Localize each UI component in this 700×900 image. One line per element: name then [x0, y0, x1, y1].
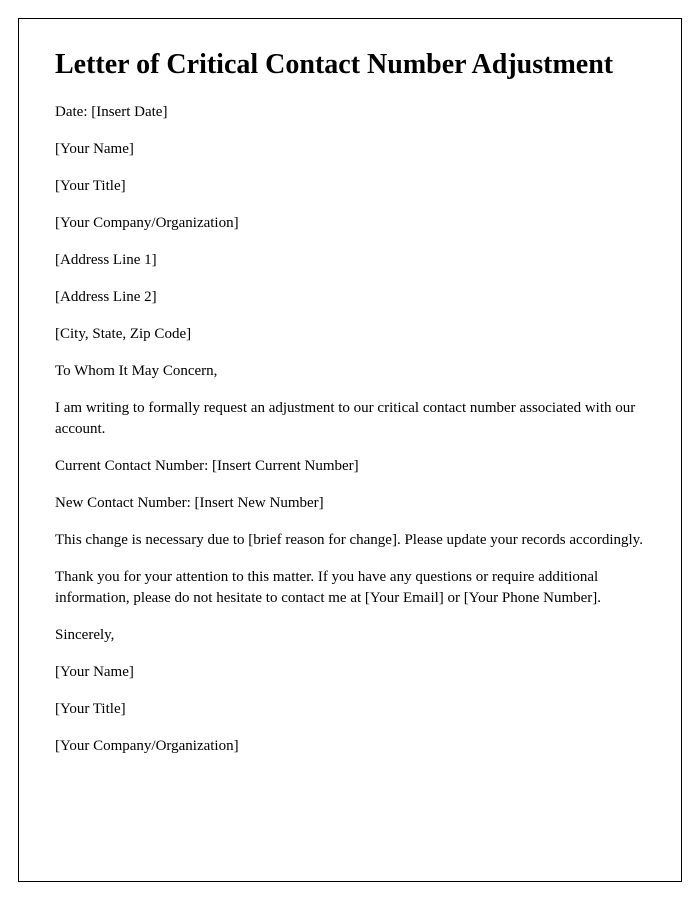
sender-title: [Your Title]: [55, 176, 645, 197]
sender-company: [Your Company/Organization]: [55, 213, 645, 234]
intro-paragraph: I am writing to formally request an adju…: [55, 398, 645, 440]
address-line-1: [Address Line 1]: [55, 250, 645, 271]
thanks-paragraph: Thank you for your attention to this mat…: [55, 567, 645, 609]
sender-name: [Your Name]: [55, 139, 645, 160]
city-state-zip: [City, State, Zip Code]: [55, 324, 645, 345]
current-contact-number: Current Contact Number: [Insert Current …: [55, 456, 645, 477]
reason-paragraph: This change is necessary due to [brief r…: [55, 530, 645, 551]
letter-page: Letter of Critical Contact Number Adjust…: [18, 18, 682, 882]
address-line-2: [Address Line 2]: [55, 287, 645, 308]
signature-title: [Your Title]: [55, 699, 645, 720]
salutation: To Whom It May Concern,: [55, 361, 645, 382]
signature-company: [Your Company/Organization]: [55, 736, 645, 757]
signature-name: [Your Name]: [55, 662, 645, 683]
closing: Sincerely,: [55, 625, 645, 646]
letter-title: Letter of Critical Contact Number Adjust…: [55, 47, 645, 82]
new-contact-number: New Contact Number: [Insert New Number]: [55, 493, 645, 514]
date-line: Date: [Insert Date]: [55, 102, 645, 123]
